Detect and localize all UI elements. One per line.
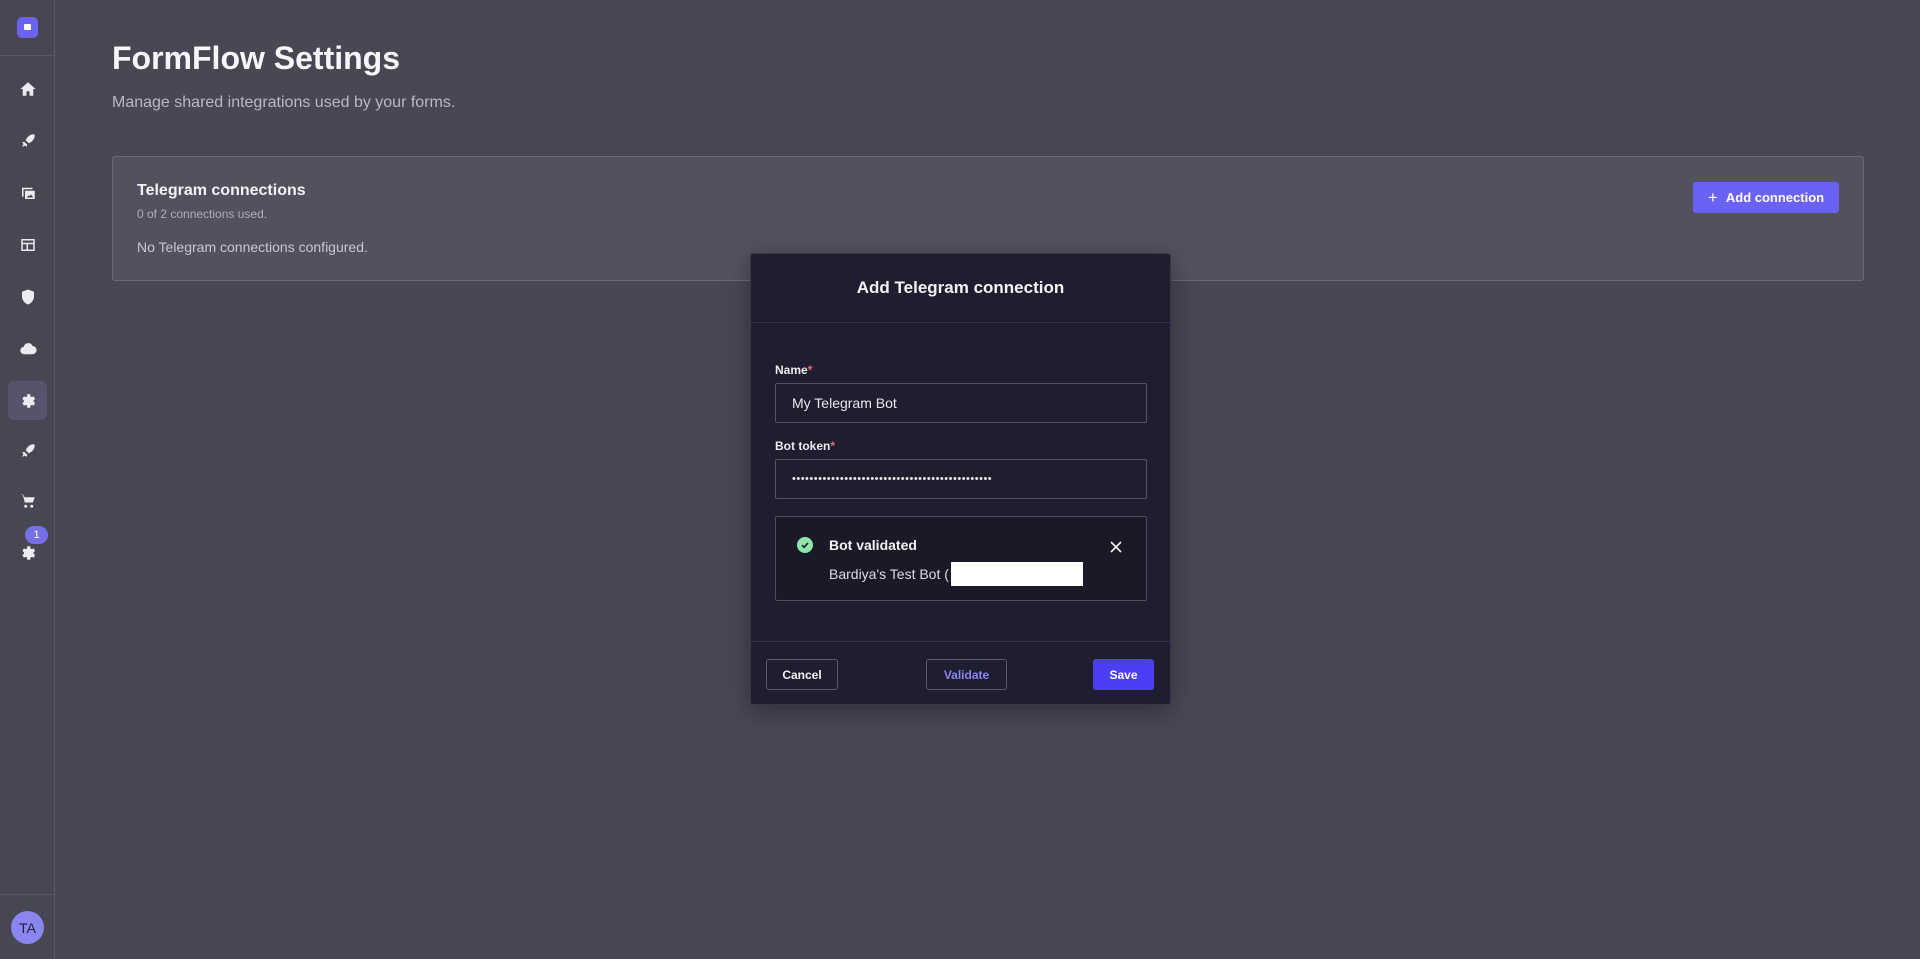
bot-token-input[interactable]: ••••••••••••••••••••••••••••••••••••••••… xyxy=(775,459,1147,499)
sidebar-divider xyxy=(0,55,55,56)
sidebar-item-settings[interactable] xyxy=(8,381,47,420)
add-telegram-connection-modal: Add Telegram connection Name* My Telegra… xyxy=(750,253,1171,705)
bot-token-value: ••••••••••••••••••••••••••••••••••••••••… xyxy=(792,473,993,485)
rocket-icon xyxy=(21,133,35,147)
cancel-button[interactable]: Cancel xyxy=(766,659,838,690)
close-icon[interactable] xyxy=(1108,539,1124,555)
bot-token-label: Bot token* xyxy=(775,439,835,453)
gear-icon xyxy=(21,545,35,560)
home-icon xyxy=(20,81,35,96)
images-icon xyxy=(21,187,35,199)
connections-usage: 0 of 2 connections used. xyxy=(137,207,268,221)
sidebar-item-deploy[interactable] xyxy=(8,431,47,470)
sidebar-item-security[interactable] xyxy=(8,277,47,316)
page-title: FormFlow Settings xyxy=(112,40,400,76)
bot-token-label-text: Bot token xyxy=(775,439,831,453)
sidebar-divider xyxy=(0,894,55,895)
modal-footer-divider xyxy=(751,641,1170,642)
add-connection-label: Add connection xyxy=(1725,190,1825,205)
plus-icon: + xyxy=(1707,188,1718,207)
page-subtitle: Manage shared integrations used by your … xyxy=(112,94,456,111)
validation-title: Bot validated xyxy=(829,537,917,553)
sidebar-item-launch[interactable] xyxy=(8,121,47,160)
empty-state-message: No Telegram connections configured. xyxy=(137,239,368,255)
validation-detail: Bardiya's Test Bot ( xyxy=(829,562,1083,586)
cloud-icon xyxy=(19,342,37,354)
sidebar: 1 TA xyxy=(0,0,55,959)
layout-icon xyxy=(20,238,35,251)
notification-badge: 1 xyxy=(25,526,48,544)
add-connection-button[interactable]: + Add connection xyxy=(1693,182,1839,213)
check-circle-icon xyxy=(797,537,813,553)
cart-icon xyxy=(20,493,35,508)
gear-icon xyxy=(21,393,35,408)
name-label: Name* xyxy=(775,363,812,377)
name-label-text: Name xyxy=(775,363,808,377)
sidebar-item-layout[interactable] xyxy=(8,225,47,264)
required-marker: * xyxy=(830,439,836,453)
sidebar-item-home[interactable] xyxy=(8,69,47,108)
card-title: Telegram connections xyxy=(137,182,306,199)
required-marker: * xyxy=(807,363,813,377)
user-avatar[interactable]: TA xyxy=(11,911,44,944)
validation-alert: Bot validated Bardiya's Test Bot ( xyxy=(775,516,1147,601)
redacted-block xyxy=(950,562,1083,586)
save-button[interactable]: Save xyxy=(1093,659,1154,690)
shield-icon xyxy=(21,289,34,304)
sidebar-item-cloud[interactable] xyxy=(8,329,47,368)
rocket-icon xyxy=(21,443,35,457)
name-input-value: My Telegram Bot xyxy=(792,395,897,411)
name-input[interactable]: My Telegram Bot xyxy=(775,383,1147,423)
sidebar-item-media[interactable] xyxy=(8,173,47,212)
sidebar-item-shop[interactable] xyxy=(8,481,47,520)
validate-button[interactable]: Validate xyxy=(926,659,1007,690)
bot-name: Bardiya's Test Bot ( xyxy=(829,566,949,582)
app-logo[interactable] xyxy=(17,17,38,38)
modal-title: Add Telegram connection xyxy=(751,254,1170,323)
